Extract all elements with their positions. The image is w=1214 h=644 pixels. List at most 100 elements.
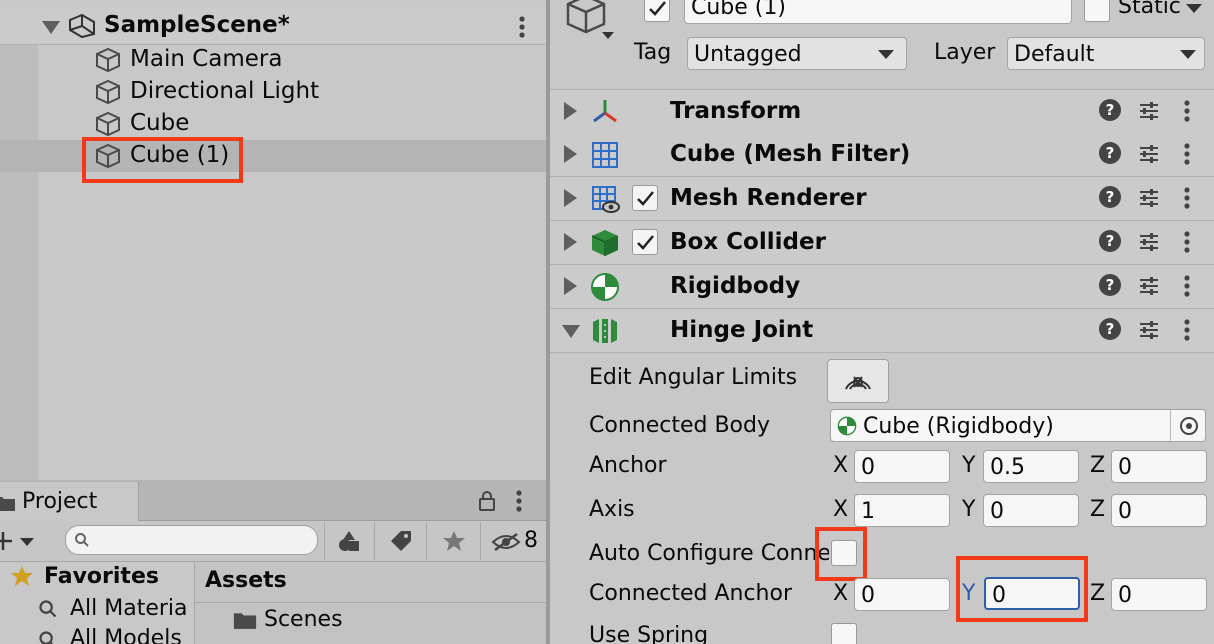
connected-body-value: Cube (Rigidbody) [863,414,1054,439]
transform-icon [593,100,617,123]
preset-sliders-icon[interactable] [1138,187,1160,209]
gameobject-large-cube-icon [566,0,606,34]
assets-label: Assets [205,568,287,593]
project-menu-kebab-icon[interactable] [512,488,526,514]
anchor-x-label: X [833,453,849,478]
foldout-arrow-icon[interactable] [564,233,577,251]
project-search-input[interactable] [65,525,318,555]
gameobject-cube-icon [96,79,120,105]
create-dropdown-arrow-icon[interactable] [20,538,34,546]
component-rigidbody[interactable]: Rigidbody ? [550,265,1214,309]
component-menu-kebab-icon[interactable] [1180,98,1194,124]
filter-by-type-button[interactable] [324,522,373,560]
preset-sliders-icon[interactable] [1138,319,1160,341]
help-icon[interactable]: ? [1099,318,1121,340]
foldout-arrow-expanded-icon[interactable] [562,325,580,338]
edit-angular-limits-button[interactable] [827,359,889,403]
component-mesh-renderer[interactable]: Mesh Renderer ? [550,177,1214,221]
connected-anchor-x-input[interactable]: 0 [854,578,950,611]
connected-body-label: Connected Body [589,413,770,438]
component-box-collider[interactable]: Box Collider ? [550,221,1214,265]
active-checkbox[interactable] [644,0,670,22]
inspector-panel: Cube (1) Static Tag Untagged Layer Defau… [550,0,1214,644]
use-spring-label: Use Spring [589,623,709,644]
star-icon [443,531,465,551]
favorites-item-all-materials[interactable]: All Materia [70,596,192,621]
help-icon[interactable]: ? [1099,274,1121,296]
icon-dropdown-arrow-icon[interactable] [602,32,614,39]
help-icon[interactable]: ? [1099,142,1121,164]
lock-icon[interactable] [478,490,496,512]
connected-anchor-label: Connected Anchor [589,581,792,606]
help-icon[interactable]: ? [1099,230,1121,252]
axis-y-label: Y [962,497,976,522]
connected-body-field[interactable]: Cube (Rigidbody) [830,409,1206,442]
component-transform[interactable]: Transform ? [550,89,1214,134]
component-menu-kebab-icon[interactable] [1180,185,1194,211]
component-name: Box Collider [670,229,826,255]
tag-value: Untagged [694,42,802,67]
filter-by-label-button[interactable] [374,522,425,560]
scene-menu-kebab-icon[interactable] [515,14,529,40]
checkmark-icon [637,235,654,250]
favorites-item-all-models[interactable]: All Models [70,626,182,644]
mesh-renderer-icon [592,186,620,213]
project-tab-label: Project [22,489,98,514]
static-checkbox[interactable] [1084,0,1110,22]
folder-icon [0,497,15,511]
component-menu-kebab-icon[interactable] [1180,141,1194,167]
component-menu-kebab-icon[interactable] [1180,273,1194,299]
search-icon [75,533,89,547]
asset-item-scenes[interactable]: Scenes [264,607,343,632]
preset-sliders-icon[interactable] [1138,143,1160,165]
hierarchy-item-label: Directional Light [130,78,320,104]
foldout-arrow-icon[interactable] [564,102,577,120]
box-collider-enabled-checkbox[interactable] [632,229,658,255]
edit-angular-limits-label: Edit Angular Limits [589,365,798,390]
component-hinge-joint[interactable]: Hinge Joint ? [550,309,1214,353]
hierarchy-item-cube[interactable]: Cube [0,108,546,140]
object-picker-button[interactable] [1170,410,1206,441]
hidden-count: 8 [524,528,538,553]
component-menu-kebab-icon[interactable] [1180,229,1194,255]
help-icon[interactable]: ? [1099,186,1121,208]
axis-y-input[interactable]: 0 [983,494,1079,527]
anchor-z-input[interactable]: 0 [1111,450,1207,483]
foldout-arrow-icon[interactable] [564,145,577,163]
mesh-renderer-enabled-checkbox[interactable] [632,185,658,211]
preset-sliders-icon[interactable] [1138,231,1160,253]
hierarchy-item-label: Main Camera [130,46,283,72]
create-plus-icon[interactable] [0,530,14,552]
foldout-arrow-icon[interactable] [564,189,577,207]
component-name: Transform [670,98,802,124]
component-name: Hinge Joint [670,317,814,343]
foldout-arrow-icon[interactable] [564,277,577,295]
connected-anchor-z-input[interactable]: 0 [1111,578,1207,611]
preset-sliders-icon[interactable] [1138,100,1160,122]
tag-dropdown[interactable]: Untagged [687,37,907,70]
hidden-packages-toggle[interactable]: 8 [480,522,546,560]
layer-value: Default [1014,42,1095,67]
layer-dropdown[interactable]: Default [1007,37,1205,70]
foldout-arrow-icon[interactable] [42,21,60,34]
favorite-search-button[interactable] [426,522,479,560]
axis-x-input[interactable]: 1 [854,494,950,527]
scene-row[interactable]: SampleScene* [0,8,546,45]
hierarchy-item-directional-light[interactable]: Directional Light [0,76,546,108]
favorites-label[interactable]: Favorites [44,564,159,589]
anchor-y-input[interactable]: 0.5 [983,450,1079,483]
project-tab[interactable]: Project [0,482,139,522]
help-icon[interactable]: ? [1099,99,1121,121]
hierarchy-item-label: Cube [130,110,190,136]
component-mesh-filter[interactable]: Cube (Mesh Filter) ? [550,133,1214,177]
hierarchy-item-main-camera[interactable]: Main Camera [0,44,546,76]
static-dropdown-arrow-icon[interactable] [1186,4,1202,13]
preset-sliders-icon[interactable] [1138,275,1160,297]
axis-z-input[interactable]: 0 [1111,494,1207,527]
object-name-field[interactable]: Cube (1) [684,0,1072,24]
use-spring-checkbox[interactable] [831,623,857,644]
highlight-box-auto-configure [815,527,867,581]
component-menu-kebab-icon[interactable] [1180,317,1194,343]
anchor-x-input[interactable]: 0 [854,450,950,483]
search-icon [39,600,57,618]
